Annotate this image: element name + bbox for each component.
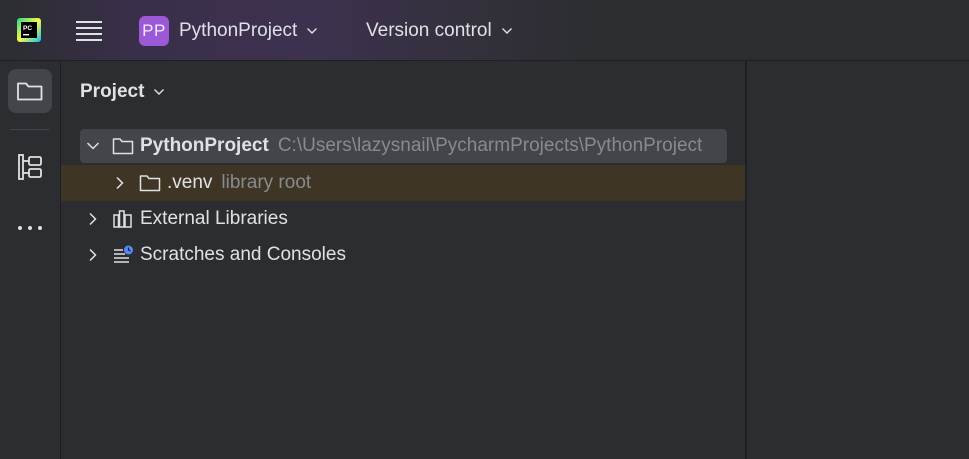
- tree-row-scratches[interactable]: Scratches and Consoles: [80, 237, 346, 273]
- folder-icon: [139, 175, 161, 192]
- more-tools-button[interactable]: [8, 206, 52, 250]
- panel-title: Project: [80, 81, 145, 102]
- svg-text:PC: PC: [23, 25, 32, 32]
- more-icon: [18, 226, 42, 230]
- version-control-dropdown[interactable]: Version control: [366, 16, 513, 46]
- chevron-down-icon: [154, 89, 165, 95]
- chevron-right-icon[interactable]: [113, 176, 127, 190]
- chevron-down-icon: [307, 28, 318, 34]
- project-tool-button[interactable]: [8, 69, 52, 113]
- project-view-selector[interactable]: Project: [80, 81, 165, 103]
- tree-item-label: External Libraries: [140, 208, 288, 229]
- strip-divider: [10, 129, 49, 130]
- tree-item-label: Scratches and Consoles: [140, 244, 346, 265]
- folder-icon: [112, 138, 134, 155]
- tree-row-venv[interactable]: .venv library root: [61, 165, 745, 201]
- editor-area: [746, 61, 969, 459]
- hamburger-menu-icon[interactable]: [76, 19, 102, 41]
- tree-item-label: PythonProject: [140, 135, 269, 156]
- pycharm-logo-icon[interactable]: PC: [17, 18, 41, 42]
- chevron-right-icon[interactable]: [86, 248, 100, 262]
- tree-item-path: C:\Users\lazysnail\PycharmProjects\Pytho…: [277, 135, 703, 156]
- project-switcher[interactable]: PP PythonProject: [139, 16, 318, 46]
- version-control-label: Version control: [366, 20, 492, 41]
- folder-icon: [17, 82, 43, 101]
- title-bar: PC PP PythonProject Version control: [0, 0, 969, 61]
- tree-item-label: .venv: [167, 172, 213, 193]
- tree-item-hint: library root: [221, 172, 312, 193]
- project-badge: PP: [139, 16, 169, 46]
- scratches-icon: [114, 245, 133, 263]
- libraries-icon: [113, 210, 132, 228]
- chevron-right-icon[interactable]: [86, 212, 100, 226]
- chevron-down-icon: [501, 28, 512, 34]
- project-panel: Project PythonProject C:\Users\lazysnail…: [61, 61, 745, 459]
- tool-window-strip: [0, 61, 61, 459]
- project-name: PythonProject: [179, 20, 298, 41]
- structure-tool-button[interactable]: [8, 145, 52, 189]
- chevron-down-icon[interactable]: [86, 139, 100, 153]
- tree-row-external-libraries[interactable]: External Libraries: [80, 201, 288, 237]
- tree-row-project-root[interactable]: PythonProject C:\Users\lazysnail\Pycharm…: [80, 129, 727, 163]
- structure-icon: [18, 154, 42, 180]
